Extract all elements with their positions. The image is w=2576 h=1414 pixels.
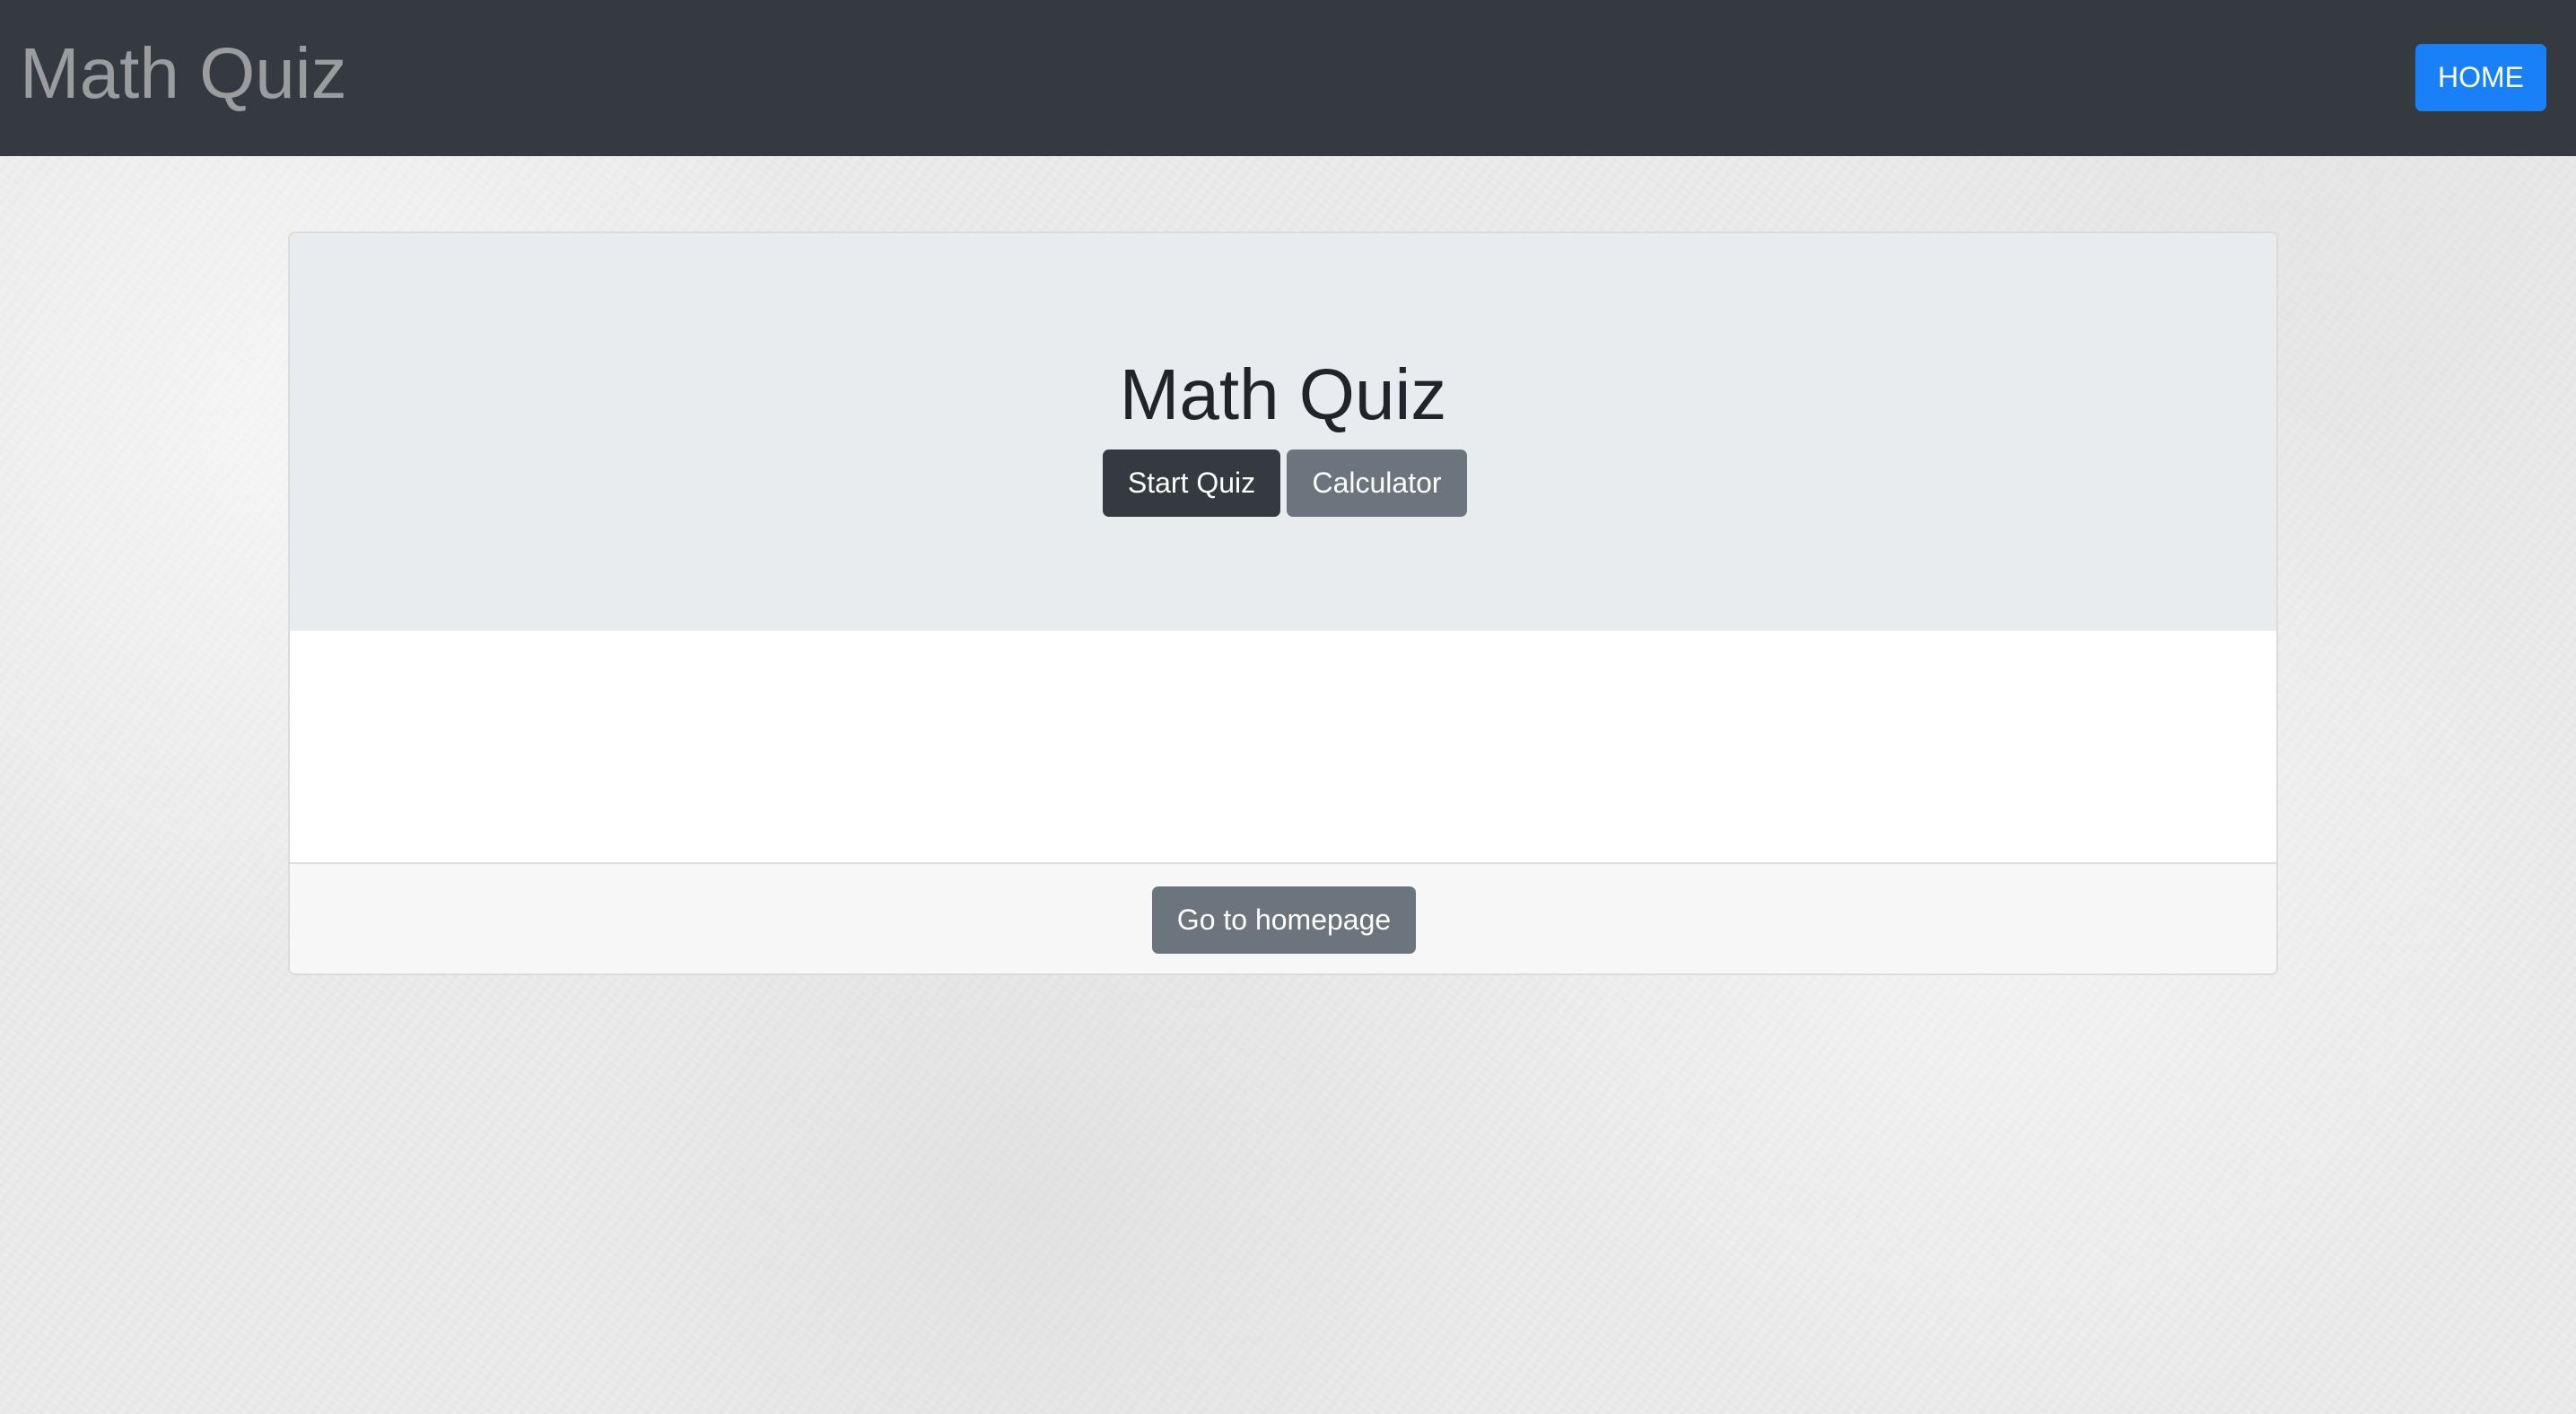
top-navbar: Math Quiz HOME <box>0 0 2576 156</box>
card-body <box>290 631 2276 862</box>
jumbotron: Math Quiz Start Quiz Calculator <box>290 233 2276 631</box>
start-quiz-button[interactable]: Start Quiz <box>1103 450 1280 517</box>
go-to-homepage-button[interactable]: Go to homepage <box>1152 886 1416 954</box>
page-title: Math Quiz <box>1119 354 1447 434</box>
card-footer: Go to homepage <box>290 862 2276 973</box>
navbar-brand[interactable]: Math Quiz <box>20 25 347 122</box>
quiz-card: Math Quiz Start Quiz Calculator Go to ho… <box>288 231 2278 975</box>
home-button[interactable]: HOME <box>2415 44 2546 111</box>
calculator-button[interactable]: Calculator <box>1287 450 1467 517</box>
